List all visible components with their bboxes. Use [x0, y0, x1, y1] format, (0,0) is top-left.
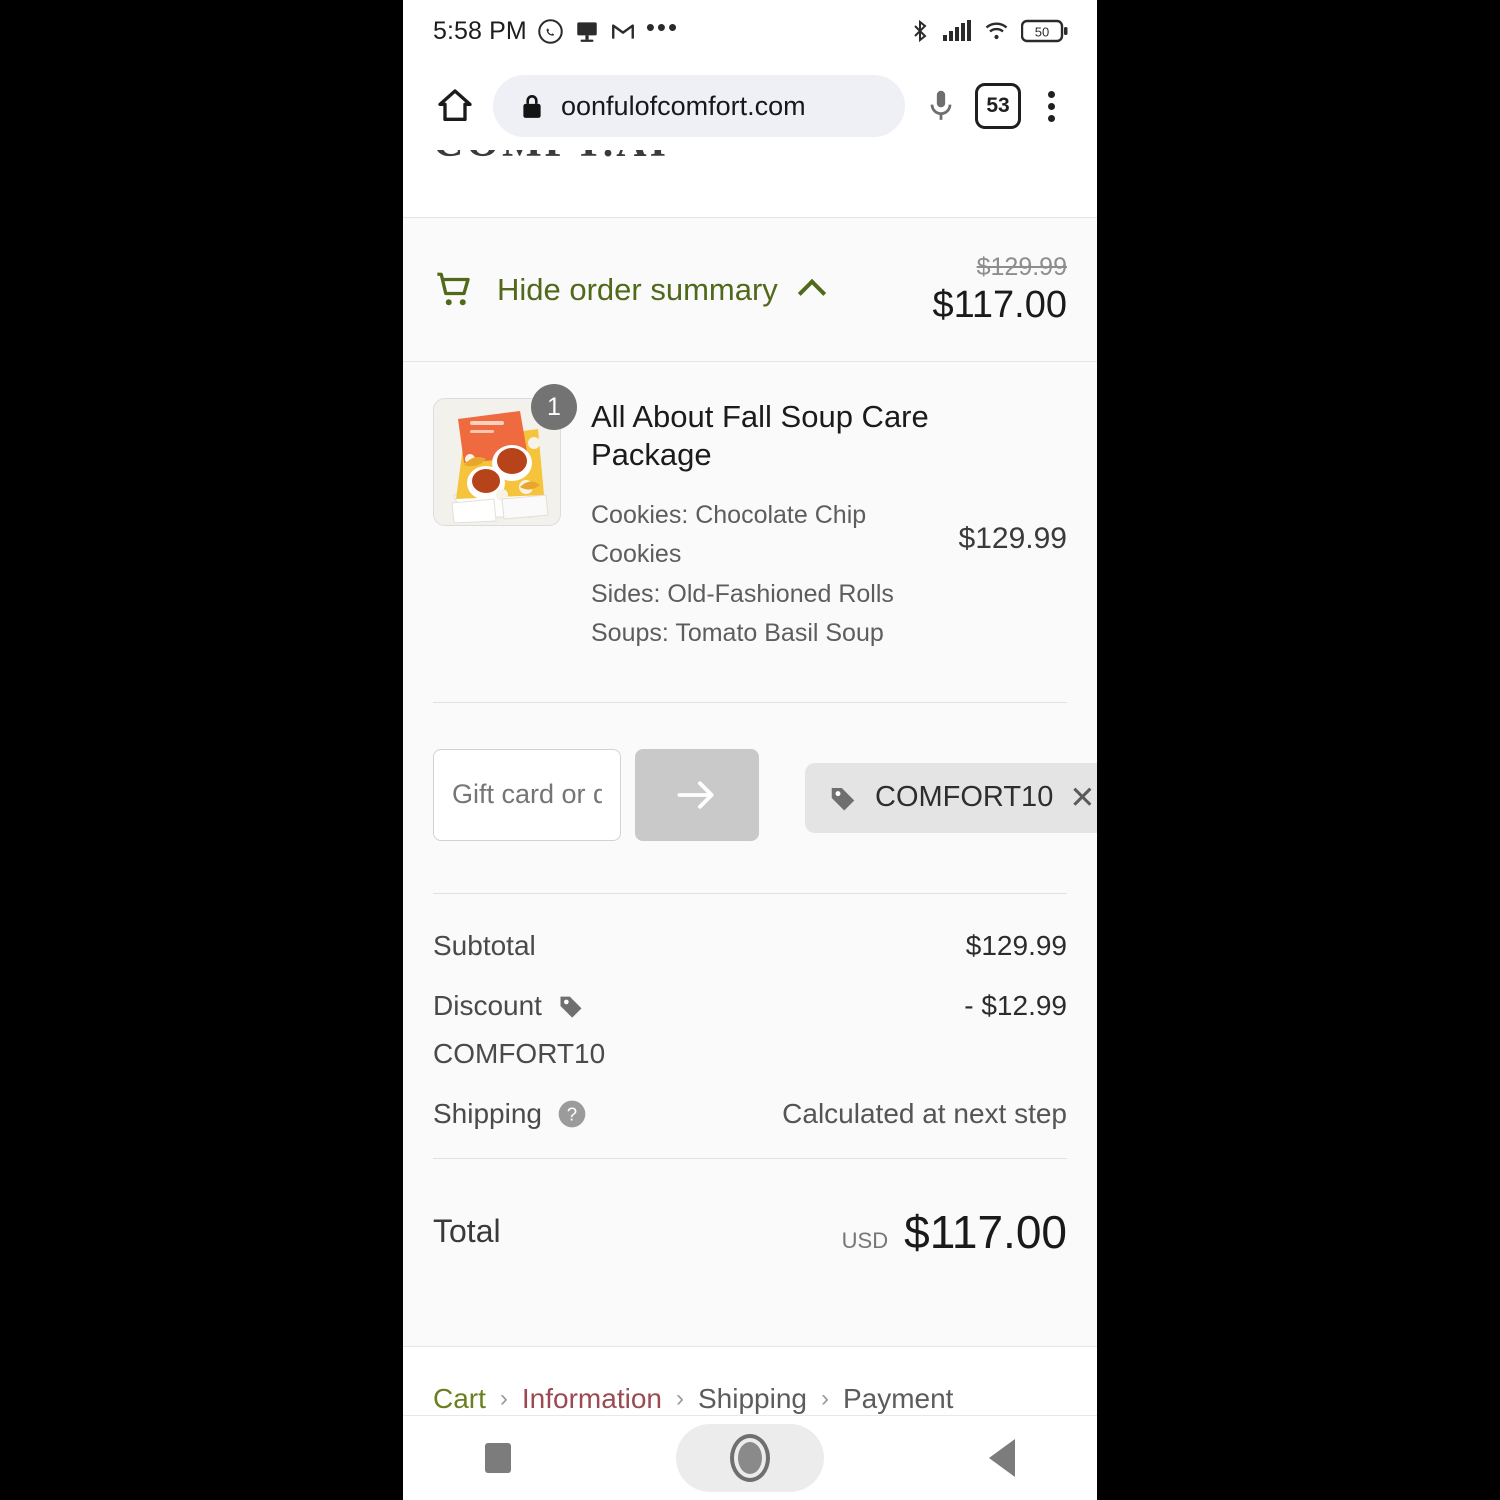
total-amount-group: USD $117.00 [842, 1205, 1067, 1259]
cellular-signal-icon [942, 19, 972, 43]
subtotal-value: $129.99 [965, 929, 1067, 961]
shipping-label-group: Shipping ? [433, 1098, 588, 1130]
phone-screen: 5:58 PM ••• 50 oonfulofcomfort.com 53 Hi… [403, 0, 1097, 1500]
total-value: $117.00 [904, 1205, 1067, 1258]
checkout-page: COMFY.AI Hide order summary $129.99 $117… [403, 150, 1097, 1415]
battery-level-text: 50 [1035, 25, 1049, 40]
breadcrumb-separator: › [820, 1385, 829, 1412]
gmail-icon [610, 18, 636, 44]
total-row: Total USD $117.00 [433, 1159, 1067, 1307]
subtotal-label: Subtotal [433, 929, 536, 961]
whatsapp-icon [537, 18, 564, 45]
total-label: Total [433, 1213, 501, 1250]
status-bar: 5:58 PM ••• 50 [403, 0, 1097, 62]
android-nav-bar [403, 1415, 1097, 1500]
discount-tag-icon [556, 992, 586, 1020]
shipping-row: Shipping ? Calculated at next step [433, 1098, 1067, 1130]
tab-counter-button[interactable]: 53 [975, 83, 1021, 129]
breadcrumb-separator: › [675, 1385, 684, 1412]
discount-label: Discount [433, 989, 542, 1021]
wifi-icon [982, 19, 1011, 43]
variant-line: Soups: Tomato Basil Soup [591, 619, 884, 648]
variant-line: Cookies: Chocolate Chip Cookies [591, 500, 867, 569]
discount-label-group: Discount COMFORT10 [433, 990, 772, 1070]
site-header: COMFY.AI [403, 150, 1097, 218]
breadcrumb-information[interactable]: Information [522, 1383, 662, 1415]
help-question-icon[interactable]: ? [556, 1098, 588, 1130]
breadcrumb-payment: Payment [842, 1383, 954, 1414]
line-item-price: $129.99 [958, 522, 1067, 555]
breadcrumb-separator: › [499, 1385, 508, 1412]
site-logo: COMFY.AI [433, 150, 669, 167]
product-thumbnail-wrap: 1 [433, 384, 577, 526]
shipping-label: Shipping [433, 1097, 542, 1129]
triangle-back-icon[interactable] [988, 1439, 1015, 1477]
order-summary-label: Hide order summary [497, 271, 778, 307]
app-icon [574, 18, 600, 44]
square-recents-icon[interactable] [485, 1443, 512, 1473]
gift-card-input[interactable] [433, 748, 621, 841]
address-bar[interactable]: oonfulofcomfort.com [493, 75, 905, 137]
more-dots-icon: ••• [645, 12, 680, 42]
breadcrumb-section: Cart › Information › Shipping › Payment [403, 1346, 1097, 1415]
applied-discount-code: COMFORT10 [875, 781, 1054, 814]
bluetooth-icon [908, 18, 932, 44]
lock-icon [519, 92, 545, 120]
discount-code-row: COMFORT10 ✕ [433, 703, 1097, 841]
close-icon[interactable]: ✕ [1069, 782, 1095, 813]
shipping-value: Calculated at next step [782, 1097, 1067, 1129]
breadcrumb: Cart › Information › Shipping › Payment [433, 1383, 1067, 1415]
url-text: oonfulofcomfort.com [561, 90, 806, 121]
subtotal-row: Subtotal $129.99 [433, 930, 1067, 962]
status-time: 5:58 PM [433, 16, 527, 45]
order-summary-prices: $129.99 $117.00 [932, 253, 1067, 327]
hide-order-summary-toggle[interactable]: Hide order summary [433, 269, 826, 311]
overflow-menu-icon[interactable] [1027, 90, 1075, 122]
status-bar-left: 5:58 PM ••• [433, 12, 680, 46]
circle-home-icon[interactable] [675, 1424, 824, 1492]
product-variants: Cookies: Chocolate Chip Cookies Sides: O… [591, 496, 941, 654]
microphone-icon[interactable] [913, 88, 969, 124]
quantity-badge: 1 [531, 384, 577, 430]
totals-section: Subtotal $129.99 Discount COMFORT10 - $1… [433, 894, 1067, 1307]
status-bar-right: 50 [908, 18, 1069, 44]
variant-line: Sides: Old-Fashioned Rolls [591, 579, 894, 608]
order-summary-bar[interactable]: Hide order summary $129.99 $117.00 [403, 218, 1097, 362]
line-item: 1 All About Fall Soup Care Package Cooki… [433, 362, 1067, 654]
discount-row-total: Discount COMFORT10 - $12.99 [433, 990, 1067, 1070]
breadcrumb-cart[interactable]: Cart [433, 1383, 486, 1415]
order-summary-body: 1 All About Fall Soup Care Package Cooki… [403, 362, 1097, 1346]
discount-value: - $12.99 [964, 989, 1067, 1021]
chevron-up-icon [797, 278, 826, 307]
current-price: $117.00 [932, 283, 1067, 326]
discount-tag-icon [827, 783, 859, 813]
arrow-right-icon [675, 778, 719, 812]
battery-icon: 50 [1021, 18, 1069, 44]
home-icon[interactable] [429, 86, 481, 126]
line-item-details: All About Fall Soup Care Package Cookies… [591, 398, 959, 654]
svg-text:?: ? [567, 1103, 577, 1124]
breadcrumb-shipping: Shipping [697, 1383, 807, 1414]
product-title: All About Fall Soup Care Package [591, 399, 929, 472]
original-price: $129.99 [976, 252, 1067, 281]
browser-toolbar: oonfulofcomfort.com 53 [403, 62, 1097, 150]
discount-code-text: COMFORT10 [433, 1037, 606, 1069]
total-currency: USD [841, 1227, 889, 1253]
apply-discount-button[interactable] [635, 748, 759, 841]
tab-count-text: 53 [986, 94, 1010, 117]
shopping-cart-icon [433, 269, 475, 311]
applied-discount-chip: COMFORT10 ✕ [805, 762, 1097, 833]
